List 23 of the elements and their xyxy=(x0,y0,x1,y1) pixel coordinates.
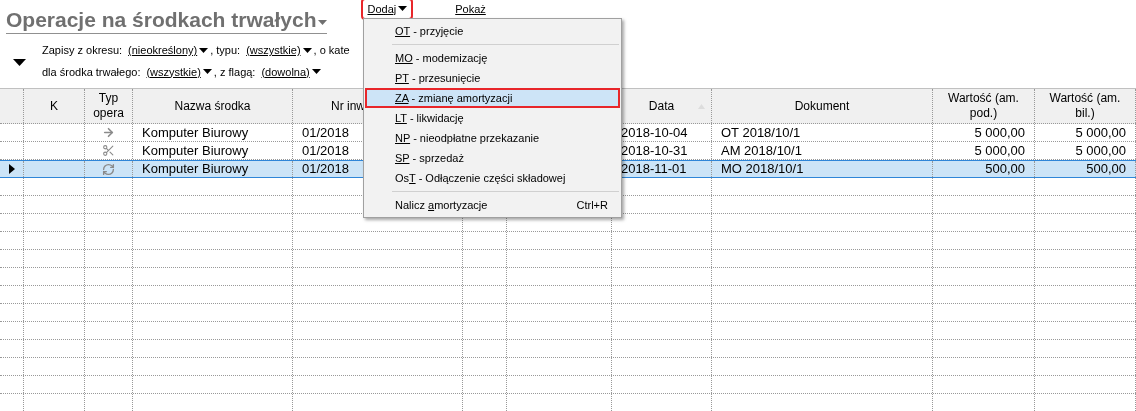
table-cell-text: 01/2018 xyxy=(302,160,349,179)
table-cell-text: Komputer Biurowy xyxy=(142,141,249,160)
table-cell-text: 5 000,00 xyxy=(1075,141,1126,160)
filter-label: , o kate xyxy=(313,43,350,58)
table-cell-text: Komputer Biurowy xyxy=(142,160,249,179)
table-cell-text: AM 2018/10/1 xyxy=(721,141,802,160)
table-cell-text: 2018-11-01 xyxy=(621,160,687,179)
filter-label: dla środka trwałego: xyxy=(42,64,141,80)
table-cell-text: 2018-10-31 xyxy=(621,141,688,160)
filter-label: , z flagą: xyxy=(213,64,256,80)
filter-label: , typu: xyxy=(210,43,241,58)
table-cell-text: 5 000,00 xyxy=(974,141,1025,160)
table-cell-text: Komputer Biurowy xyxy=(142,123,249,142)
table-cell-text: 2018-10-04 xyxy=(621,123,688,142)
filter-label: Zapisy z okresu: xyxy=(42,43,123,58)
table-cell-text: MO 2018/10/1 xyxy=(721,160,804,179)
table-cell-text: OT 2018/10/1 xyxy=(721,123,801,142)
table-cell-text: 500,00 xyxy=(1086,160,1126,179)
table-cell-text: 500,00 xyxy=(985,160,1025,179)
table-cell-text: 5 000,00 xyxy=(1075,123,1126,142)
table-cell-text: 5 000,00 xyxy=(974,123,1025,142)
table-cell-text: 01/2018 xyxy=(302,141,349,160)
table-cell-text: 01/2018 xyxy=(302,123,349,142)
